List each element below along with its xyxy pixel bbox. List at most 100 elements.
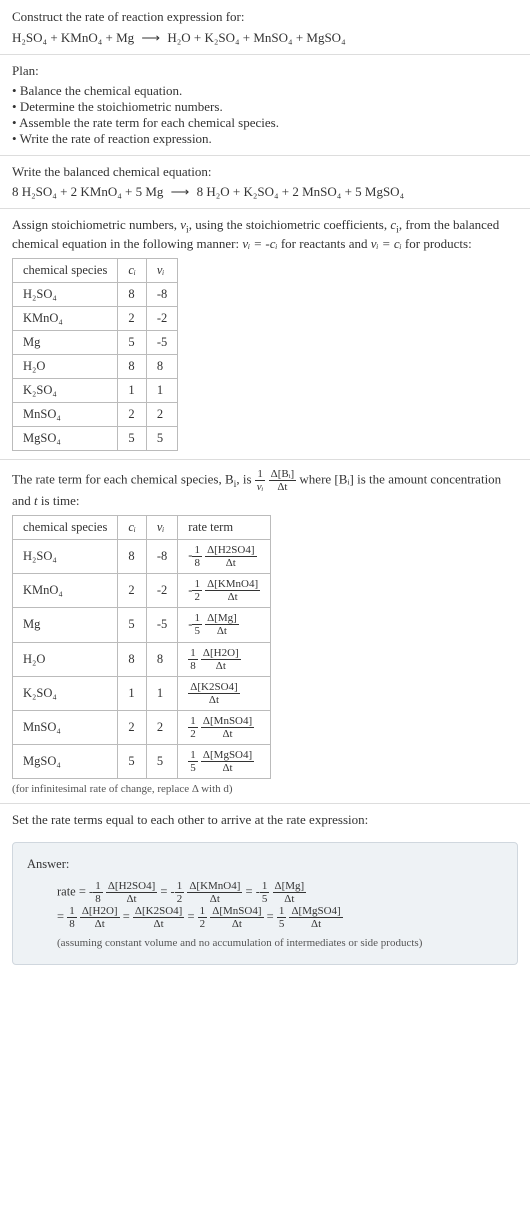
fraction: 12 bbox=[188, 715, 198, 740]
cell-nu: 5 bbox=[146, 426, 177, 450]
coeff-frac: 1νᵢ bbox=[255, 468, 266, 493]
table-row: KMnO₄2-2 bbox=[13, 306, 178, 330]
cell-rate: -15 Δ[Mg]Δt bbox=[178, 608, 271, 642]
cell-rate: 15 Δ[MgSO4]Δt bbox=[178, 745, 271, 779]
fraction: Δ[H2O]Δt bbox=[201, 647, 241, 672]
cell-rate: 18 Δ[H2O]Δt bbox=[178, 642, 271, 676]
num: 1 bbox=[67, 905, 77, 918]
cell-c: 1 bbox=[118, 378, 147, 402]
den: 5 bbox=[192, 625, 202, 637]
fraction: 12 bbox=[192, 578, 202, 603]
num: 1 bbox=[198, 905, 208, 918]
table-row: H₂O88 bbox=[13, 354, 178, 378]
arrow-icon: ⟶ bbox=[167, 184, 194, 200]
den: 2 bbox=[198, 918, 208, 930]
cell-species: H₂O bbox=[13, 354, 118, 378]
cell-rate: Δ[K2SO4]Δt bbox=[178, 676, 271, 710]
plan-item: Balance the chemical equation. bbox=[12, 83, 518, 99]
den: Δt bbox=[205, 591, 260, 603]
col-c: cᵢ bbox=[118, 258, 147, 282]
rate-term-title: The rate term for each chemical species,… bbox=[12, 468, 518, 509]
den: Δt bbox=[269, 481, 297, 493]
num: 1 bbox=[260, 880, 270, 893]
fraction: 18 bbox=[192, 544, 202, 569]
num: Δ[MnSO4] bbox=[210, 905, 263, 918]
num: Δ[Bᵢ] bbox=[269, 468, 297, 481]
num: 1 bbox=[192, 612, 202, 625]
final-section: Set the rate terms equal to each other t… bbox=[0, 804, 530, 836]
col-rate: rate term bbox=[178, 515, 271, 539]
cell-rate: -12 Δ[KMnO4]Δt bbox=[178, 574, 271, 608]
text: , using the stoichiometric coefficients, bbox=[189, 217, 391, 232]
den: Δt bbox=[201, 762, 254, 774]
cell-nu: -8 bbox=[146, 282, 177, 306]
cell-nu: 2 bbox=[146, 402, 177, 426]
cell-c: 5 bbox=[118, 745, 147, 779]
intro-prompt: Construct the rate of reaction expressio… bbox=[12, 8, 518, 26]
text: Assign stoichiometric numbers, bbox=[12, 217, 180, 232]
table-row: H₂O8818 Δ[H2O]Δt bbox=[13, 642, 271, 676]
den: Δt bbox=[289, 918, 342, 930]
cell-c: 2 bbox=[118, 574, 147, 608]
cell-species: H₂SO₄ bbox=[13, 282, 118, 306]
plan-section: Plan: Balance the chemical equation. Det… bbox=[0, 55, 530, 156]
den: Δt bbox=[80, 918, 120, 930]
den: 8 bbox=[67, 918, 77, 930]
fraction: Δ[MnSO4]Δt bbox=[210, 905, 263, 930]
table-row: H₂SO₄8-8 bbox=[13, 282, 178, 306]
plan-item: Determine the stoichiometric numbers. bbox=[12, 99, 518, 115]
num: Δ[H2SO4] bbox=[106, 880, 157, 893]
plan-item: Write the rate of reaction expression. bbox=[12, 131, 518, 147]
plan-item: Assemble the rate term for each chemical… bbox=[12, 115, 518, 131]
cell-rate: 12 Δ[MnSO4]Δt bbox=[178, 710, 271, 744]
fraction: 18 bbox=[93, 880, 103, 905]
num: Δ[K2SO4] bbox=[133, 905, 184, 918]
table-row: KMnO₄2-2-12 Δ[KMnO4]Δt bbox=[13, 574, 271, 608]
num: Δ[Mg] bbox=[273, 880, 307, 893]
num: 1 bbox=[188, 715, 198, 728]
text: The rate term for each chemical species,… bbox=[12, 471, 234, 486]
col-c: cᵢ bbox=[118, 515, 147, 539]
den: 8 bbox=[192, 557, 202, 569]
den: 8 bbox=[188, 660, 198, 672]
answer-note: (assuming constant volume and no accumul… bbox=[27, 934, 503, 954]
delta-frac: Δ[Bᵢ]Δt bbox=[269, 468, 297, 493]
answer-label: Answer: bbox=[27, 853, 503, 876]
cell-c: 8 bbox=[118, 354, 147, 378]
intro-rhs: H₂O + K₂SO₄ + MnSO₄ + MgSO₄ bbox=[167, 30, 345, 45]
fraction: 18 bbox=[188, 647, 198, 672]
num: Δ[KMnO4] bbox=[205, 578, 260, 591]
den: 5 bbox=[277, 918, 287, 930]
table-row: H₂SO₄8-8-18 Δ[H2SO4]Δt bbox=[13, 539, 271, 573]
den: Δt bbox=[201, 728, 254, 740]
cell-c: 8 bbox=[118, 282, 147, 306]
col-species: chemical species bbox=[13, 258, 118, 282]
cell-nu: -5 bbox=[146, 608, 177, 642]
table-row: MgSO₄55 bbox=[13, 426, 178, 450]
den: 2 bbox=[192, 591, 202, 603]
answer-box: Answer: rate = -18 Δ[H2SO4]Δt = -12 Δ[KM… bbox=[12, 842, 518, 965]
text: for reactants and bbox=[278, 236, 371, 251]
num: Δ[MgSO4] bbox=[289, 905, 342, 918]
num: Δ[H2SO4] bbox=[205, 544, 256, 557]
cell-c: 1 bbox=[118, 676, 147, 710]
cell-species: MnSO₄ bbox=[13, 710, 118, 744]
num: Δ[H2O] bbox=[80, 905, 120, 918]
arrow-icon: ⟶ bbox=[137, 30, 164, 46]
fraction: Δ[MnSO4]Δt bbox=[201, 715, 254, 740]
num: 1 bbox=[192, 578, 202, 591]
cell-nu: -8 bbox=[146, 539, 177, 573]
rate-footnote: (for infinitesimal rate of change, repla… bbox=[12, 783, 518, 795]
fraction: 15 bbox=[260, 880, 270, 905]
num: 1 bbox=[175, 880, 185, 893]
fraction: 12 bbox=[198, 905, 208, 930]
table-row: K₂SO₄11 bbox=[13, 378, 178, 402]
cell-nu: 2 bbox=[146, 710, 177, 744]
den: Δt bbox=[188, 694, 239, 706]
fraction: Δ[K2SO4]Δt bbox=[133, 905, 184, 930]
table-row: MnSO₄2212 Δ[MnSO4]Δt bbox=[13, 710, 271, 744]
table-header-row: chemical species cᵢ νᵢ bbox=[13, 258, 178, 282]
fraction: Δ[KMnO4]Δt bbox=[187, 880, 242, 905]
text: νᵢ bbox=[157, 263, 165, 277]
fraction: Δ[Mg]Δt bbox=[273, 880, 307, 905]
